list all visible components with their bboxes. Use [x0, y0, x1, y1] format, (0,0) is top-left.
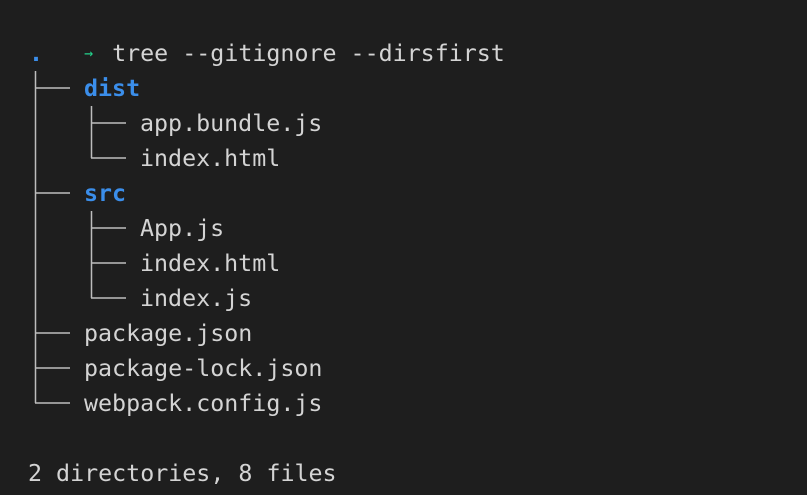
tree-root: .: [29, 40, 44, 67]
tree-file-package-json: package.json: [84, 320, 253, 347]
tree-file-package-lock-json: package-lock.json: [84, 355, 323, 382]
tree-file-app-bundle: app.bundle.js: [140, 110, 323, 137]
command-line: → tree --gitignore --dirsfirst: [28, 1, 505, 67]
tree-file-app-js: App.js: [140, 215, 225, 242]
tree-summary: 2 directories, 8 files: [28, 460, 337, 487]
command-text: tree --gitignore --dirsfirst: [112, 40, 505, 67]
tree-file-index-js: index.js: [140, 285, 253, 312]
tree-dir-dist: dist: [84, 75, 141, 102]
prompt-arrow-icon: →: [84, 44, 94, 62]
tree-file-src-index-html: index.html: [140, 250, 281, 277]
tree-file-dist-index-html: index.html: [140, 145, 281, 172]
tree-file-webpack-config: webpack.config.js: [84, 390, 323, 417]
tree-dir-src: src: [84, 180, 127, 207]
terminal-window[interactable]: → tree --gitignore --dirsfirst . dist app…: [0, 0, 807, 495]
